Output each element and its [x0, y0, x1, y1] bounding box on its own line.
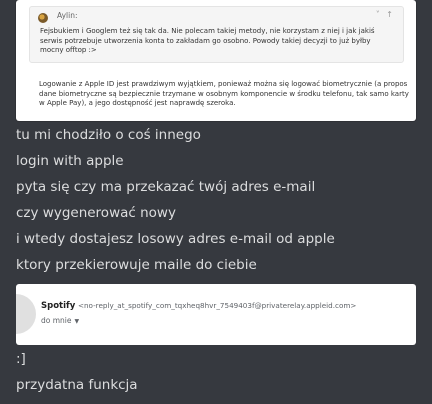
author-avatar — [38, 13, 48, 23]
quoted-post: Aylin: ˅ ↑ Fejsbukiem i Googlem też się … — [29, 6, 404, 63]
chat-message: pyta się czy ma przekazać twój adres e-m… — [16, 179, 316, 195]
reply-text: Logowanie z Apple ID jest prawdziwym wyj… — [39, 80, 409, 108]
sender-address: <no-reply_at_spotify_com_tqxheq8hvr_7549… — [77, 301, 357, 310]
quote-text: Fejsbukiem i Googlem też się tak da. Nie… — [40, 27, 375, 55]
recipient-label: do mnie — [41, 316, 72, 325]
chevron-down-icon: ▼ — [74, 317, 80, 325]
chat-message: tu mi chodziło o coś innego — [16, 127, 201, 143]
forum-quote-screenshot: Aylin: ˅ ↑ Fejsbukiem i Googlem też się … — [16, 0, 416, 121]
chat-message: czy wygenerować nowy — [16, 205, 176, 221]
chat-message: ktory przekierowuje maile do ciebie — [16, 257, 257, 273]
sender-name: Spotify — [41, 301, 76, 311]
sender-line: Spotify <no-reply_at_spotify_com_tqxheq8… — [41, 301, 356, 311]
chat-message: i wtedy dostajesz losowy adres e-mail od… — [16, 231, 335, 247]
quote-controls-icon: ˅ ↑ — [375, 10, 395, 19]
chat-message: przydatna funkcja — [16, 377, 138, 393]
chat-message: login with apple — [16, 153, 124, 169]
recipient-line: do mnie ▼ — [41, 316, 79, 325]
sender-avatar — [16, 294, 36, 334]
quote-author: Aylin: — [57, 11, 78, 20]
chat-message: :] — [16, 351, 26, 367]
email-header-screenshot: Spotify <no-reply_at_spotify_com_tqxheq8… — [16, 284, 416, 345]
